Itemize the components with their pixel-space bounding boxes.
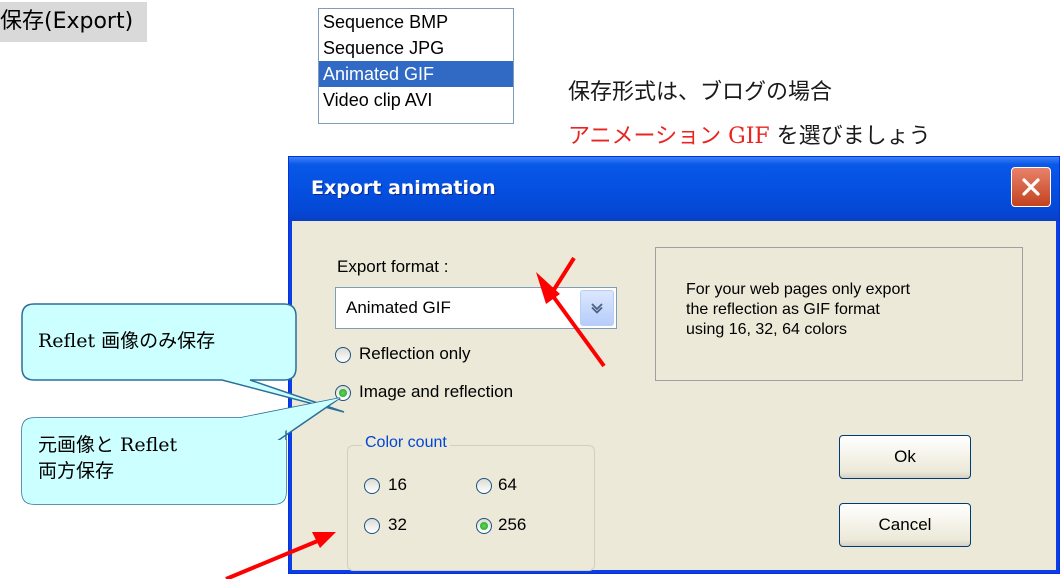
arrow-to-format-list-main (536, 272, 606, 368)
callout-both-text-line2: 両方保存 (38, 460, 115, 482)
callout-reflet-only-shape (21, 303, 345, 413)
annotation-overlay (21, 256, 606, 579)
arrow-to-color-count (225, 532, 336, 579)
callout-both-text-line1: 元画像と Reflet (38, 434, 178, 456)
callout-reflet-only-text: Reflet 画像のみ保存 (38, 330, 216, 352)
